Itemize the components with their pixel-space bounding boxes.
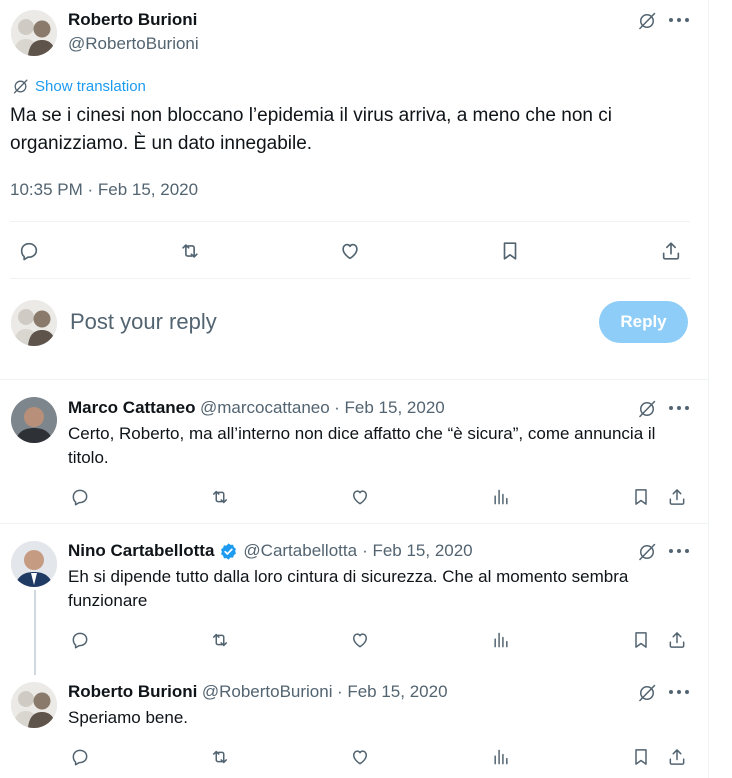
reply-author-handle[interactable]: @marcocattaneo	[200, 398, 330, 417]
avatar[interactable]	[11, 682, 57, 728]
reply-text: Certo, Roberto, ma all’interno non dice …	[68, 424, 656, 467]
more-icon[interactable]	[669, 18, 689, 22]
reply-author-handle[interactable]: @Cartabellotta	[243, 541, 357, 561]
bookmark-icon[interactable]	[629, 745, 653, 769]
views-icon[interactable]	[489, 628, 513, 652]
thread-line	[34, 590, 36, 675]
like-icon[interactable]	[337, 238, 363, 264]
reply-text: Speriamo bene.	[68, 708, 189, 727]
conversation-column: Roberto Burioni @RobertoBurioni Show tra…	[0, 0, 709, 778]
reply-text: Eh si dipende tutto dalla loro cintura d…	[68, 567, 629, 610]
grok-icon[interactable]	[634, 8, 660, 34]
reply-author-name[interactable]: Roberto Burioni	[68, 682, 197, 701]
grok-icon	[12, 78, 29, 95]
grok-icon[interactable]	[634, 396, 660, 422]
reply-icon[interactable]	[68, 745, 92, 769]
divider	[10, 221, 690, 222]
avatar[interactable]	[11, 397, 57, 443]
like-icon[interactable]	[348, 485, 372, 509]
reply-author-handle[interactable]: @RobertoBurioni	[202, 682, 333, 701]
reply-icon[interactable]	[16, 238, 42, 264]
repost-icon[interactable]	[208, 485, 232, 509]
share-icon[interactable]	[665, 745, 689, 769]
repost-icon[interactable]	[208, 745, 232, 769]
reply-icon[interactable]	[68, 485, 92, 509]
show-translation-label: Show translation	[35, 78, 146, 95]
views-icon[interactable]	[489, 745, 513, 769]
divider	[0, 379, 708, 380]
show-translation-link[interactable]: Show translation	[12, 78, 146, 95]
reply-header: Roberto Burioni @RobertoBurioni · Feb 15…	[68, 682, 448, 702]
tweet-text: Ma se i cinesi non bloccano l’epidemia i…	[10, 105, 612, 154]
more-icon[interactable]	[669, 549, 689, 553]
repost-icon[interactable]	[177, 238, 203, 264]
divider	[10, 278, 690, 279]
verified-badge-icon	[221, 542, 237, 560]
bookmark-icon[interactable]	[629, 485, 653, 509]
divider	[0, 523, 708, 524]
share-icon[interactable]	[665, 628, 689, 652]
more-icon[interactable]	[669, 690, 689, 694]
bookmark-icon[interactable]	[497, 238, 523, 264]
reply-author-name[interactable]: Marco Cattaneo	[68, 398, 196, 417]
reply-date[interactable]: · Feb 15, 2020	[337, 682, 448, 701]
reply-date[interactable]: · Feb 15, 2020	[362, 541, 473, 561]
grok-icon[interactable]	[634, 680, 660, 706]
views-icon[interactable]	[489, 485, 513, 509]
reply-button[interactable]: Reply	[599, 301, 688, 343]
like-icon[interactable]	[348, 628, 372, 652]
reply-input[interactable]: Post your reply	[70, 309, 217, 335]
share-icon[interactable]	[665, 485, 689, 509]
reply-author-name[interactable]: Nino Cartabellotta	[68, 541, 214, 561]
avatar[interactable]	[11, 300, 57, 346]
reply-header: Marco Cattaneo @marcocattaneo · Feb 15, …	[68, 398, 445, 418]
share-icon[interactable]	[658, 238, 684, 264]
author-handle[interactable]: @RobertoBurioni	[68, 34, 199, 54]
reply-icon[interactable]	[68, 628, 92, 652]
repost-icon[interactable]	[208, 628, 232, 652]
avatar[interactable]	[11, 541, 57, 587]
tweet-timestamp[interactable]: 10:35 PM · Feb 15, 2020	[10, 180, 198, 200]
avatar[interactable]	[11, 10, 57, 56]
like-icon[interactable]	[348, 745, 372, 769]
reply-header: Nino Cartabellotta @Cartabellotta · Feb …	[68, 541, 473, 561]
bookmark-icon[interactable]	[629, 628, 653, 652]
reply-date[interactable]: · Feb 15, 2020	[334, 398, 445, 417]
author-name[interactable]: Roberto Burioni	[68, 10, 197, 30]
grok-icon[interactable]	[634, 539, 660, 565]
more-icon[interactable]	[669, 406, 689, 410]
